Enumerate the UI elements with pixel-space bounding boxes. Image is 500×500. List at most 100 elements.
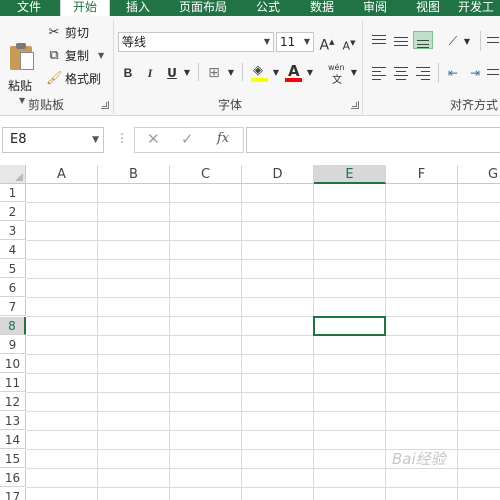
underline-button[interactable]: U <box>165 64 179 82</box>
chevron-down-icon[interactable]: ▼ <box>19 96 25 105</box>
select-all-button[interactable] <box>0 165 26 184</box>
gridline <box>26 354 500 355</box>
gridline <box>26 240 500 241</box>
paste-label: 粘贴 <box>8 79 33 93</box>
ribbon-tab-bar: 文件 开始 插入 页面布局 公式 数据 审阅 视图 开发工 <box>0 0 500 17</box>
row-header[interactable]: 9 <box>0 336 26 354</box>
name-box[interactable]: E8 ▼ <box>2 127 104 153</box>
gridline <box>26 316 500 317</box>
decrease-font-size-icon[interactable]: A▼ <box>341 34 357 53</box>
row-header[interactable]: 11 <box>0 374 26 392</box>
cancel-icon[interactable]: ✕ <box>147 130 160 148</box>
row-header[interactable]: 2 <box>0 203 26 221</box>
align-top-icon[interactable] <box>369 32 389 50</box>
chevron-down-icon[interactable]: ▼ <box>182 64 192 82</box>
italic-button[interactable]: I <box>143 64 157 82</box>
more-icon[interactable]: ⋮ <box>116 131 128 145</box>
chevron-down-icon[interactable]: ▼ <box>305 64 315 82</box>
tab-review[interactable]: 审阅 <box>352 0 398 16</box>
gridline <box>26 335 500 336</box>
tab-page-layout[interactable]: 页面布局 <box>172 0 234 16</box>
name-box-value: E8 <box>10 132 27 147</box>
row-header[interactable]: 17 <box>0 488 26 500</box>
tab-file[interactable]: 文件 <box>0 0 58 16</box>
cut-label: 剪切 <box>65 26 90 40</box>
fill-color-button[interactable]: ◈ <box>250 63 270 83</box>
merge-center-icon[interactable] <box>484 64 500 82</box>
gridline <box>385 184 386 500</box>
tab-view[interactable]: 视图 <box>406 0 450 16</box>
row-header[interactable]: 16 <box>0 469 26 487</box>
wrap-text-icon[interactable] <box>484 32 500 50</box>
row-header[interactable]: 5 <box>0 260 26 278</box>
chevron-down-icon[interactable]: ▼ <box>462 33 472 51</box>
chevron-down-icon[interactable]: ▼ <box>92 128 99 152</box>
gridline <box>26 278 500 279</box>
formula-input[interactable] <box>246 127 500 153</box>
row-header[interactable]: 7 <box>0 298 26 316</box>
tab-developer[interactable]: 开发工 <box>458 0 500 16</box>
paste-button[interactable]: 粘贴 ▼ <box>6 42 40 105</box>
align-bottom-icon[interactable] <box>413 31 433 49</box>
column-header-g[interactable]: G <box>458 165 500 184</box>
row-header[interactable]: 6 <box>0 279 26 297</box>
column-header-a[interactable]: A <box>26 165 98 184</box>
align-right-icon[interactable] <box>413 64 433 82</box>
enter-icon[interactable]: ✓ <box>181 130 194 148</box>
font-color-button[interactable]: A <box>284 62 304 83</box>
divider <box>480 31 481 51</box>
phonetic-guide-button[interactable]: wén 文 <box>326 62 348 86</box>
align-center-icon[interactable] <box>391 64 411 82</box>
font-size-select[interactable]: 11 ▼ <box>276 32 314 52</box>
chevron-down-icon[interactable]: ▼ <box>98 47 104 65</box>
orientation-icon[interactable]: ⟋ <box>445 32 461 50</box>
formula-bar: E8 ▼ ⋮ ✕ ✓ fx <box>0 117 500 165</box>
row-header[interactable]: 12 <box>0 393 26 411</box>
font-group-label: 字体 <box>218 98 243 112</box>
row-header[interactable]: 10 <box>0 355 26 373</box>
gridline <box>26 430 500 431</box>
row-header-selected[interactable]: 8 <box>0 317 26 335</box>
borders-icon[interactable]: ⊞ <box>206 64 222 82</box>
brush-icon: 🖌 <box>46 71 63 86</box>
group-divider <box>113 20 114 114</box>
bold-button[interactable]: B <box>121 64 135 82</box>
row-header[interactable]: 15 <box>0 450 26 468</box>
font-launcher-icon[interactable] <box>351 101 359 109</box>
divider <box>198 63 199 81</box>
decrease-indent-icon[interactable]: ⇤ <box>444 64 462 82</box>
insert-function-icon[interactable]: fx <box>217 131 229 146</box>
divider <box>242 63 243 81</box>
selected-cell[interactable] <box>313 316 386 336</box>
chevron-down-icon[interactable]: ▼ <box>349 64 359 82</box>
column-header-c[interactable]: C <box>170 165 242 184</box>
chevron-down-icon: ▼ <box>263 37 270 46</box>
column-header-d[interactable]: D <box>242 165 314 184</box>
align-left-icon[interactable] <box>369 64 389 82</box>
font-name-select[interactable]: 等线 ▼ <box>118 32 274 52</box>
scissors-icon: ✂ <box>48 25 60 40</box>
clipboard-launcher-icon[interactable] <box>101 101 109 109</box>
row-header[interactable]: 1 <box>0 184 26 202</box>
row-header[interactable]: 4 <box>0 241 26 259</box>
row-header[interactable]: 3 <box>0 222 26 240</box>
align-middle-icon[interactable] <box>391 32 411 50</box>
chevron-down-icon[interactable]: ▼ <box>271 64 281 82</box>
column-header-e[interactable]: E <box>314 165 386 184</box>
increase-font-size-icon[interactable]: A▲ <box>319 33 335 54</box>
gridline <box>457 184 458 500</box>
tab-insert[interactable]: 插入 <box>114 0 162 16</box>
gridline <box>26 411 500 412</box>
chevron-down-icon[interactable]: ▼ <box>226 64 236 82</box>
column-header-f[interactable]: F <box>386 165 458 184</box>
tab-formulas[interactable]: 公式 <box>246 0 290 16</box>
increase-indent-icon[interactable]: ⇥ <box>466 64 484 82</box>
font-name-value: 等线 <box>122 35 147 49</box>
gridline <box>26 259 500 260</box>
copy-icon: ⧉ <box>49 48 59 63</box>
tab-data[interactable]: 数据 <box>298 0 346 16</box>
tab-home[interactable]: 开始 <box>60 0 110 17</box>
row-header[interactable]: 13 <box>0 412 26 430</box>
row-header[interactable]: 14 <box>0 431 26 449</box>
column-header-b[interactable]: B <box>98 165 170 184</box>
